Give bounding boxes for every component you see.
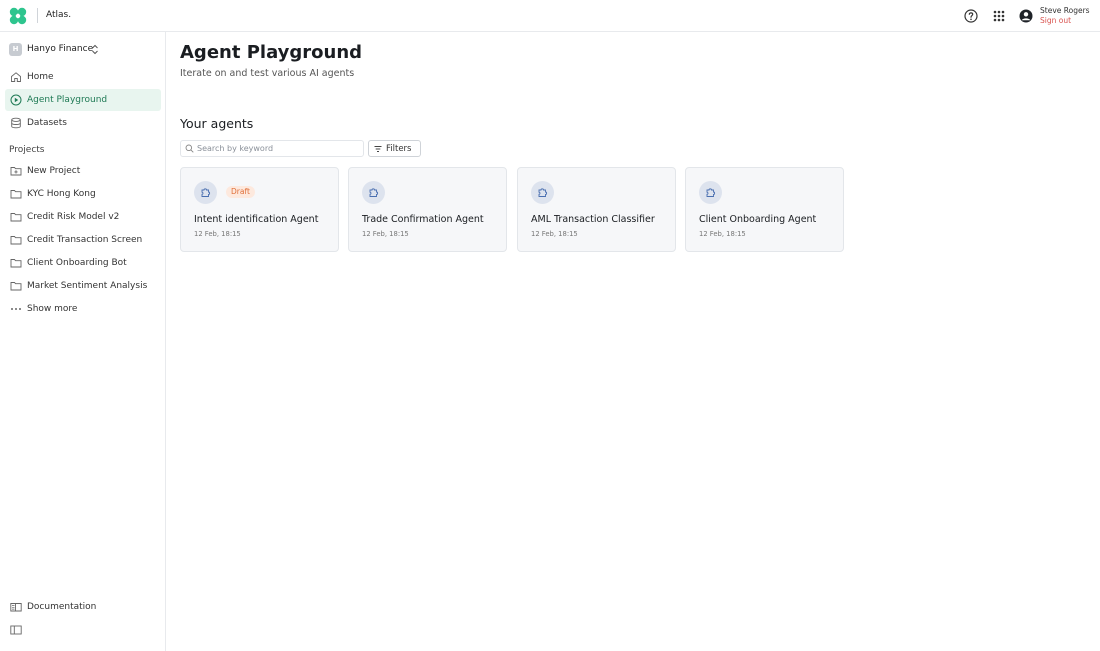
agents-section-title: Your agents — [180, 116, 254, 131]
user-avatar-icon[interactable] — [1019, 9, 1033, 23]
sidebar-item-agent-playground[interactable]: Agent Playground — [5, 89, 161, 111]
agent-avatar — [362, 181, 385, 204]
chevron-up-down-icon — [92, 44, 98, 55]
org-avatar: H — [9, 43, 22, 56]
agent-name: AML Transaction Classifier — [531, 214, 655, 225]
sidebar-toggle-icon — [10, 625, 22, 635]
folder-icon — [10, 190, 22, 199]
main-content: Agent Playground Iterate on and test var… — [166, 32, 1100, 651]
agent-date: 12 Feb, 18:15 — [194, 230, 241, 238]
book-icon — [10, 603, 22, 612]
sign-out-link[interactable]: Sign out — [1040, 16, 1071, 25]
sidebar-item-label: Credit Risk Model v2 — [27, 212, 120, 222]
sidebar-item-project[interactable]: Credit Risk Model v2 — [5, 206, 161, 228]
org-name: Hanyo Finance — [27, 44, 94, 54]
agent-date: 12 Feb, 18:15 — [362, 230, 409, 238]
agent-card[interactable]: Client Onboarding Agent 12 Feb, 18:15 — [685, 167, 844, 252]
more-icon — [11, 308, 21, 310]
agent-avatar — [699, 181, 722, 204]
draft-badge: Draft — [226, 186, 255, 198]
agent-card[interactable]: Draft Intent identification Agent 12 Feb… — [180, 167, 339, 252]
page-title: Agent Playground — [180, 42, 363, 63]
org-switcher[interactable]: H Hanyo Finance — [9, 43, 159, 59]
sidebar-item-label: Show more — [27, 304, 78, 314]
agent-name: Intent identification Agent — [194, 214, 319, 225]
apps-grid-icon[interactable] — [991, 8, 1007, 24]
sidebar-item-show-more[interactable]: Show more — [5, 298, 161, 320]
sidebar-item-project[interactable]: KYC Hong Kong — [5, 183, 161, 205]
sidebar-item-label: Documentation — [27, 602, 97, 612]
agent-date: 12 Feb, 18:15 — [531, 230, 578, 238]
agent-avatar — [194, 181, 217, 204]
folder-plus-icon — [10, 167, 22, 176]
sidebar-item-label: Client Onboarding Bot — [27, 258, 127, 268]
sidebar-item-label: Agent Playground — [27, 95, 108, 105]
sidebar-item-label: Credit Transaction Screen — [27, 235, 143, 245]
filter-icon — [374, 146, 382, 152]
sidebar-item-new-project[interactable]: New Project — [5, 160, 161, 182]
top-bar: Atlas. Steve Rogers Sign out — [0, 0, 1100, 32]
agent-date: 12 Feb, 18:15 — [699, 230, 746, 238]
sidebar-item-label: KYC Hong Kong — [27, 189, 96, 199]
search-box[interactable] — [180, 140, 364, 157]
puzzle-icon — [538, 188, 548, 197]
page-subtitle: Iterate on and test various AI agents — [180, 68, 355, 79]
user-name: Steve Rogers — [1040, 6, 1090, 15]
search-icon — [185, 144, 194, 153]
agent-name: Client Onboarding Agent — [699, 214, 817, 225]
sidebar-item-datasets[interactable]: Datasets — [5, 112, 161, 134]
atlas-logo-icon[interactable] — [9, 7, 27, 25]
puzzle-icon — [706, 188, 716, 197]
sidebar-item-home[interactable]: Home — [5, 66, 161, 88]
folder-icon — [10, 236, 22, 245]
folder-icon — [10, 213, 22, 222]
sidebar-item-project[interactable]: Market Sentiment Analysis — [5, 275, 161, 297]
search-input[interactable] — [197, 142, 361, 155]
sidebar-item-documentation[interactable]: Documentation — [5, 596, 161, 618]
agent-avatar — [531, 181, 554, 204]
collapse-sidebar-button[interactable] — [5, 619, 27, 641]
help-icon[interactable] — [963, 8, 979, 24]
sidebar-item-project[interactable]: Client Onboarding Bot — [5, 252, 161, 274]
puzzle-icon — [369, 188, 379, 197]
filters-label: Filters — [386, 144, 412, 154]
puzzle-icon — [201, 188, 211, 197]
logo-divider — [37, 8, 38, 23]
home-icon — [11, 72, 21, 82]
filters-button[interactable]: Filters — [368, 140, 421, 157]
database-icon — [11, 117, 21, 129]
agent-card[interactable]: AML Transaction Classifier 12 Feb, 18:15 — [517, 167, 676, 252]
folder-icon — [10, 259, 22, 268]
agent-card[interactable]: Trade Confirmation Agent 12 Feb, 18:15 — [348, 167, 507, 252]
sidebar: H Hanyo Finance Home Agent Playground Da… — [0, 32, 166, 651]
sidebar-item-label: Market Sentiment Analysis — [27, 281, 148, 291]
play-circle-icon — [10, 94, 22, 106]
projects-heading: Projects — [9, 145, 45, 155]
sidebar-item-label: Datasets — [27, 118, 67, 128]
sidebar-item-label: Home — [27, 72, 54, 82]
app-name: Atlas. — [46, 10, 72, 20]
sidebar-item-project[interactable]: Credit Transaction Screen — [5, 229, 161, 251]
folder-icon — [10, 282, 22, 291]
sidebar-item-label: New Project — [27, 166, 81, 176]
agent-name: Trade Confirmation Agent — [362, 214, 484, 225]
